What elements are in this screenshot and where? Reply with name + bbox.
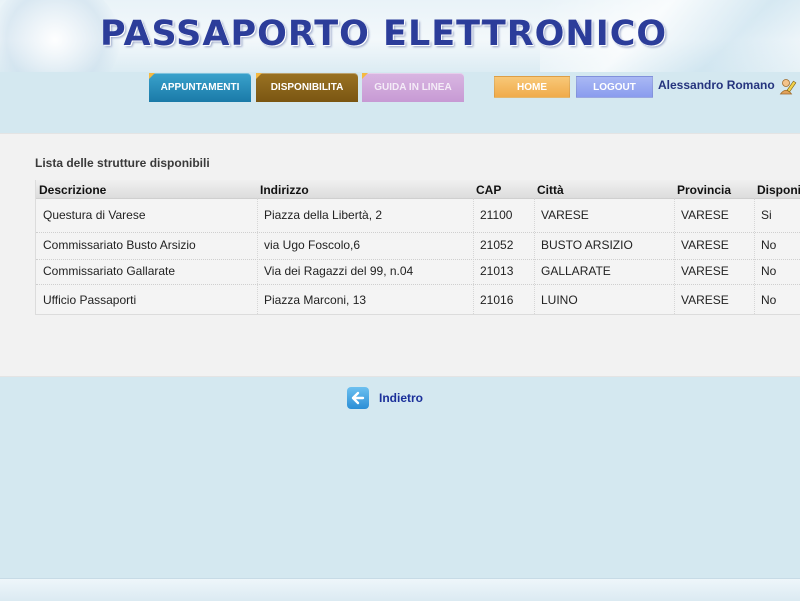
column-header-citta[interactable]: Città — [537, 183, 564, 197]
cell-provincia: VARESE — [681, 208, 729, 222]
table-row[interactable]: Commissariato Gallarate Via dei Ragazzi … — [36, 260, 800, 285]
table-header: Descrizione Indirizzo CAP Città Provinci… — [36, 180, 800, 199]
cell-disponibilita: No — [761, 238, 777, 252]
structures-table: Descrizione Indirizzo CAP Città Provinci… — [35, 180, 800, 315]
column-header-indirizzo[interactable]: Indirizzo — [260, 183, 309, 197]
cell-indirizzo: via Ugo Foscolo,6 — [264, 238, 361, 252]
column-header-descrizione[interactable]: Descrizione — [39, 183, 106, 197]
cell-provincia: VARESE — [681, 293, 729, 307]
column-header-provincia[interactable]: Provincia — [677, 183, 731, 197]
logout-button[interactable]: LOGOUT — [576, 76, 653, 98]
column-header-disponibilita[interactable]: Disponi — [757, 183, 800, 197]
cell-disponibilita: Si — [761, 208, 772, 222]
table-row[interactable]: Questura di Varese Piazza della Libertà,… — [36, 199, 800, 233]
cell-citta: GALLARATE — [541, 264, 611, 278]
table-row[interactable]: Ufficio Passaporti Piazza Marconi, 13 21… — [36, 285, 800, 314]
cell-indirizzo: Via dei Ragazzi del 99, n.04 — [264, 264, 414, 278]
user-pencil-icon[interactable] — [779, 77, 797, 95]
main-nav: APPUNTAMENTI DISPONIBILITA GUIDA IN LINE… — [0, 72, 800, 102]
cell-disponibilita: No — [761, 293, 777, 307]
cell-descrizione: Ufficio Passaporti — [43, 293, 137, 307]
cell-descrizione: Commissariato Busto Arsizio — [43, 238, 196, 252]
cell-indirizzo: Piazza Marconi, 13 — [264, 293, 367, 307]
back-label[interactable]: Indietro — [379, 391, 423, 405]
table-row[interactable]: Commissariato Busto Arsizio via Ugo Fosc… — [36, 233, 800, 260]
user-name: Alessandro Romano — [658, 78, 775, 92]
site-title: PASSAPORTO ELETTRONICO — [100, 14, 668, 54]
home-button[interactable]: HOME — [494, 76, 570, 98]
cell-provincia: VARESE — [681, 264, 729, 278]
cell-citta: BUSTO ARSIZIO — [541, 238, 633, 252]
footer-decoration — [0, 578, 800, 601]
tab-guida-in-linea[interactable]: GUIDA IN LINEA — [362, 73, 464, 102]
back-link[interactable]: Indietro — [347, 387, 423, 409]
cell-descrizione: Commissariato Gallarate — [43, 264, 176, 278]
cell-citta: LUINO — [541, 293, 578, 307]
header-banner: PASSAPORTO ELETTRONICO — [0, 0, 800, 72]
cell-provincia: VARESE — [681, 238, 729, 252]
cell-cap: 21016 — [480, 293, 514, 307]
column-header-cap[interactable]: CAP — [476, 183, 501, 197]
cell-disponibilita: No — [761, 264, 777, 278]
section-title: Lista delle strutture disponibili — [35, 156, 210, 170]
cell-citta: VARESE — [541, 208, 589, 222]
cell-cap: 21100 — [480, 208, 513, 222]
cell-descrizione: Questura di Varese — [43, 208, 146, 222]
cell-indirizzo: Piazza della Libertà, 2 — [264, 208, 383, 222]
content-panel: Lista delle strutture disponibili Descri… — [0, 133, 800, 377]
arrow-left-icon[interactable] — [347, 387, 369, 409]
tab-disponibilita[interactable]: DISPONIBILITA — [256, 73, 358, 102]
cell-cap: 21052 — [480, 238, 514, 252]
tab-appuntamenti[interactable]: APPUNTAMENTI — [149, 73, 251, 102]
cell-cap: 21013 — [480, 264, 514, 278]
